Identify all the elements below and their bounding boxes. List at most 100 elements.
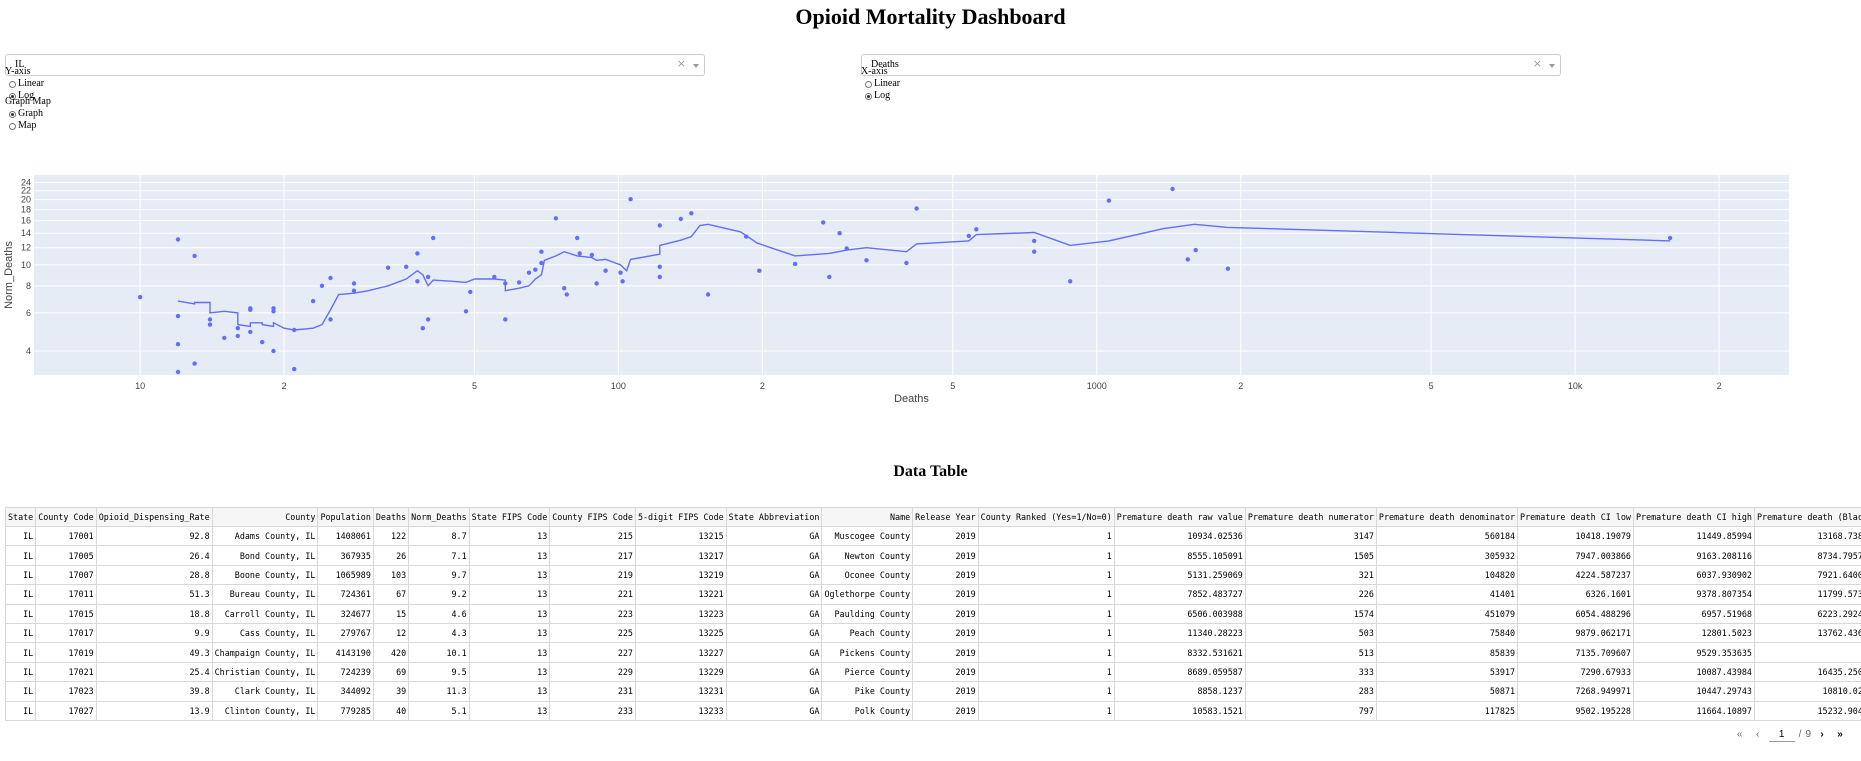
table-cell[interactable]: 724361 <box>317 584 374 605</box>
table-cell[interactable]: IL <box>5 603 37 624</box>
table-cell[interactable]: IL <box>5 622 37 644</box>
table-cell[interactable]: 233 <box>549 700 636 721</box>
table-cell[interactable]: 2019 <box>912 622 979 644</box>
table-cell[interactable]: GA <box>725 564 823 586</box>
table-cell[interactable]: 13233 <box>634 700 727 721</box>
data-table-container[interactable]: State County Code Opioid_Dispensing_Rate Co… <box>5 507 1861 723</box>
table-cell[interactable]: 13 <box>468 525 551 547</box>
table-cell[interactable]: 25.4 <box>95 661 213 683</box>
table-cell[interactable]: 1574 <box>1244 603 1377 624</box>
table-cell[interactable]: 1 <box>977 584 1115 605</box>
table-cell[interactable]: Peach County <box>821 622 914 644</box>
first-page-button[interactable]: « <box>1733 729 1747 740</box>
table-cell[interactable]: 344092 <box>317 681 374 702</box>
table-cell[interactable]: 10810.0267 <box>1753 681 1861 702</box>
table-cell[interactable]: 1 <box>977 545 1115 566</box>
table-cell[interactable]: 2019 <box>912 584 979 605</box>
table-cell[interactable]: 8.7 <box>408 525 470 547</box>
table-cell[interactable]: Pickens County <box>821 642 914 663</box>
table-cell[interactable]: 9.2 <box>408 584 470 605</box>
state-dropdown[interactable]: IL × <box>5 54 705 76</box>
column-header[interactable]: County Ranked (Yes=1/No=0) <box>977 507 1115 527</box>
state-chevron-down-icon[interactable] <box>693 64 699 68</box>
table-cell[interactable]: 1 <box>977 622 1115 644</box>
table-cell[interactable]: 4.3 <box>408 622 470 644</box>
table-row[interactable]: IL 17007 28.8 Boone County, IL 1065989 103 9.7… <box>5 564 1861 586</box>
table-cell[interactable]: 217 <box>549 545 636 566</box>
table-cell[interactable]: GA <box>725 622 823 644</box>
table-cell[interactable]: 11340.28223 <box>1113 622 1246 644</box>
table-cell[interactable]: 5.1 <box>408 700 470 721</box>
graph-radio[interactable] <box>9 110 16 118</box>
state-clear-icon[interactable]: × <box>677 57 686 70</box>
table-cell[interactable]: 11664.10897 <box>1632 700 1755 721</box>
column-header[interactable]: County <box>211 507 319 527</box>
metric-chevron-down-icon[interactable] <box>1549 64 1555 68</box>
column-header[interactable]: County FIPS Code <box>549 507 636 527</box>
table-cell[interactable]: 13225 <box>634 622 727 644</box>
table-cell[interactable]: IL <box>5 525 37 547</box>
table-cell[interactable]: Oconee County <box>821 564 914 586</box>
table-cell[interactable]: GA <box>725 681 823 702</box>
table-cell[interactable]: 17021 <box>35 661 97 683</box>
table-cell[interactable]: 11449.85994 <box>1632 525 1755 547</box>
table-cell[interactable]: 26.4 <box>95 545 213 566</box>
table-cell[interactable]: 219 <box>549 564 636 586</box>
table-cell[interactable]: 420 <box>372 642 410 663</box>
table-cell[interactable]: Newton County <box>821 545 914 566</box>
xaxis-log-radio[interactable] <box>865 92 872 100</box>
table-cell[interactable]: 17005 <box>35 545 97 566</box>
table-cell[interactable]: 6223.292484 <box>1753 603 1861 624</box>
table-cell[interactable]: 51.3 <box>95 584 213 605</box>
table-cell[interactable]: GA <box>725 525 823 547</box>
table-cell[interactable]: GA <box>725 603 823 624</box>
table-cell[interactable]: 215 <box>549 525 636 547</box>
table-cell[interactable]: GA <box>725 661 823 683</box>
table-cell[interactable]: 2019 <box>912 525 979 547</box>
table-cell[interactable]: 17027 <box>35 700 97 721</box>
table-cell[interactable]: 9378.807354 <box>1632 584 1755 605</box>
table-cell[interactable]: 13227 <box>634 642 727 663</box>
table-cell[interactable]: 6957.51968 <box>1632 603 1755 624</box>
graphmap-option-graph[interactable]: Graph <box>5 108 51 120</box>
table-cell[interactable]: 17015 <box>35 603 97 624</box>
table-cell[interactable]: 6326.1601 <box>1517 584 1634 605</box>
table-cell[interactable]: 779285 <box>317 700 374 721</box>
table-cell[interactable]: 7268.949971 <box>1517 681 1634 702</box>
table-cell[interactable]: 3147 <box>1244 525 1377 547</box>
xaxis-linear-radio[interactable] <box>865 80 872 88</box>
column-header[interactable]: Population <box>317 507 374 527</box>
table-cell[interactable]: 8555.105091 <box>1113 545 1246 566</box>
table-cell[interactable]: 1 <box>977 700 1115 721</box>
table-cell[interactable]: 305932 <box>1375 545 1519 566</box>
table-cell[interactable]: 231 <box>549 681 636 702</box>
table-cell[interactable]: 8858.1237 <box>1113 681 1246 702</box>
table-cell[interactable]: 9163.208116 <box>1632 545 1755 566</box>
table-cell[interactable]: 13221 <box>634 584 727 605</box>
table-cell[interactable]: 797 <box>1244 700 1377 721</box>
table-cell[interactable]: 1 <box>977 681 1115 702</box>
table-cell[interactable]: 7852.483727 <box>1113 584 1246 605</box>
table-cell[interactable]: 324677 <box>317 603 374 624</box>
table-cell[interactable]: 227 <box>549 642 636 663</box>
table-cell[interactable]: 11.3 <box>408 681 470 702</box>
column-header[interactable]: State FIPS Code <box>468 507 551 527</box>
column-header[interactable]: Release Year <box>912 507 979 527</box>
table-cell[interactable]: 39.8 <box>95 681 213 702</box>
column-header[interactable]: County Code <box>35 507 97 527</box>
table-row[interactable]: IL 17027 13.9 Clinton County, IL 779285 40 5.1… <box>5 700 1861 721</box>
table-cell[interactable]: Christian County, IL <box>211 661 319 683</box>
table-row[interactable]: IL 17023 39.8 Clark County, IL 344092 39 11.3 1… <box>5 681 1861 702</box>
table-cell[interactable]: 16435.25041 <box>1753 661 1861 683</box>
table-cell[interactable]: 9879.062171 <box>1517 622 1634 644</box>
table-cell[interactable]: Polk County <box>821 700 914 721</box>
next-page-button[interactable]: › <box>1815 729 1829 740</box>
table-cell[interactable]: 13229 <box>634 661 727 683</box>
prev-page-button[interactable]: ‹ <box>1751 729 1765 740</box>
table-cell[interactable]: 69 <box>372 661 410 683</box>
column-header[interactable]: State <box>5 507 37 527</box>
table-cell[interactable]: 6506.003988 <box>1113 603 1246 624</box>
table-cell[interactable]: 9.9 <box>95 622 213 644</box>
table-cell[interactable]: 503 <box>1244 622 1377 644</box>
table-cell[interactable]: 1408061 <box>317 525 374 547</box>
